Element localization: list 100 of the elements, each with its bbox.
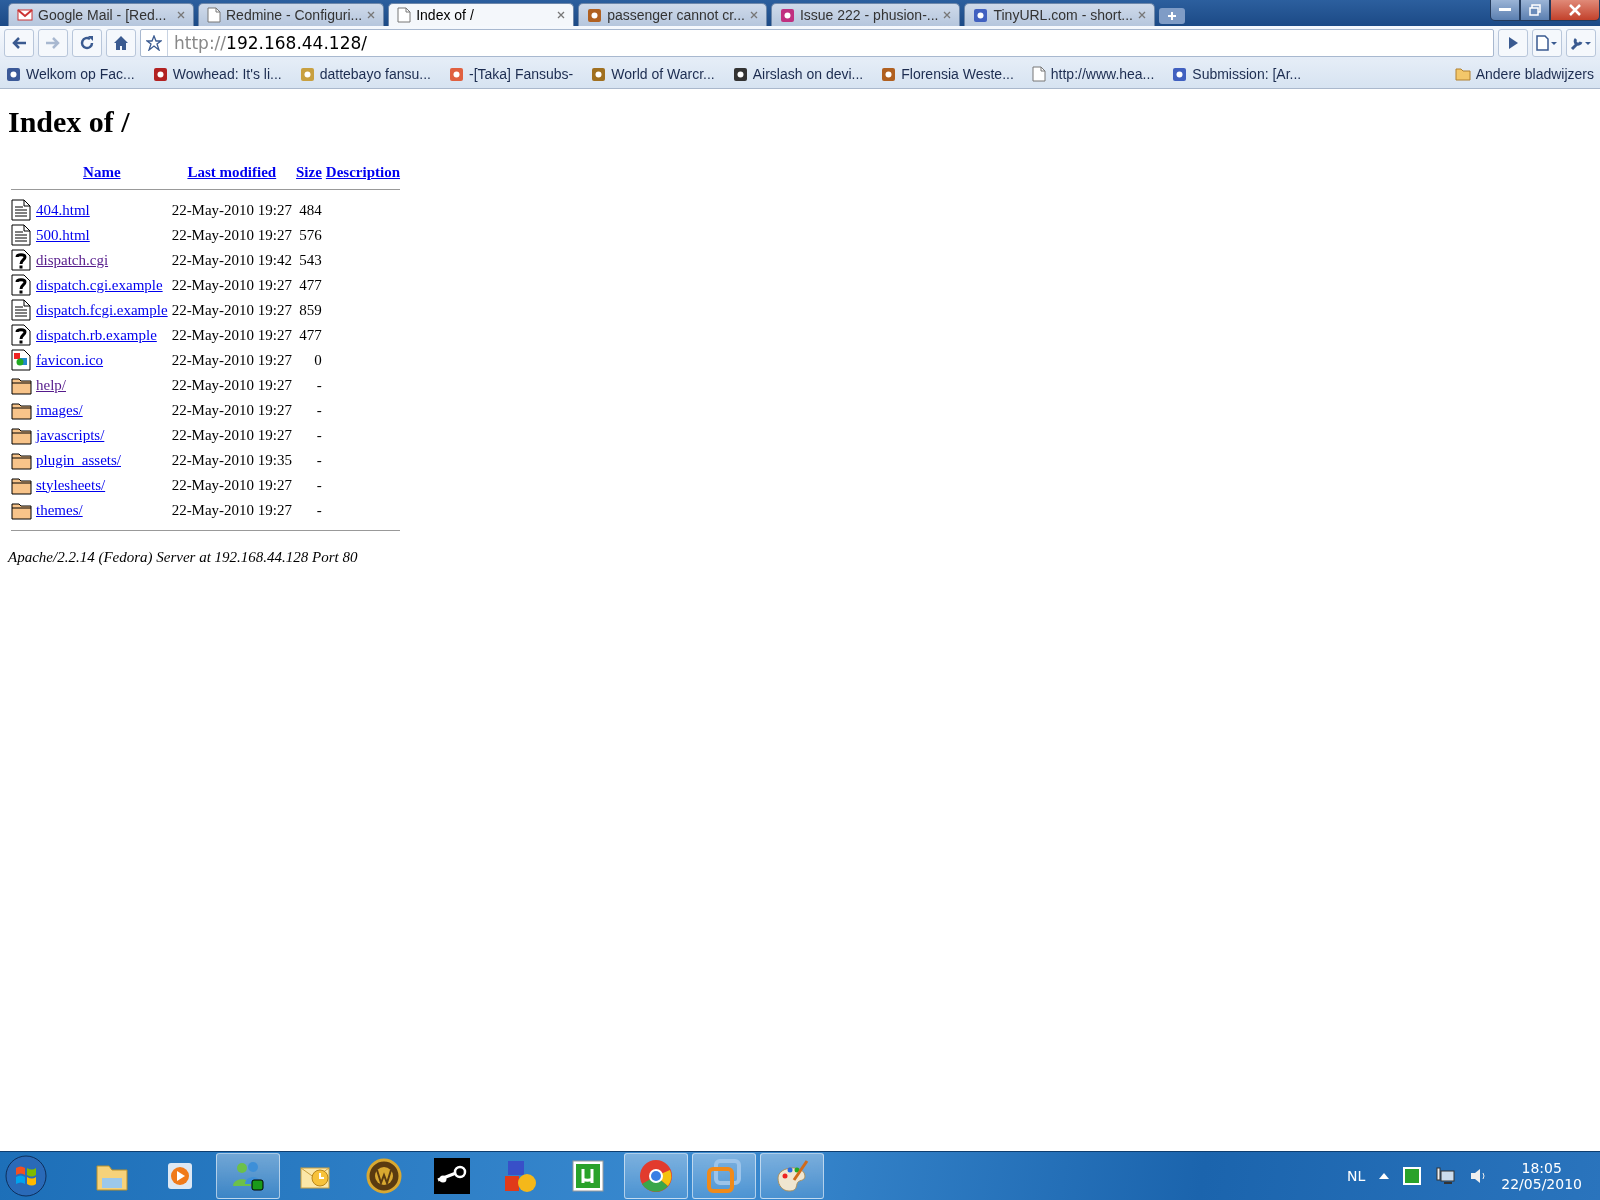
squares-icon [706, 1158, 742, 1194]
modified-cell-text: 22-May-2010 19:27 [170, 226, 294, 245]
language-indicator[interactable]: NL [1347, 1168, 1366, 1184]
folder-icon [11, 450, 32, 470]
column-sort-link[interactable]: Description [325, 164, 401, 180]
clock[interactable]: 18:05 22/05/2010 [1501, 1160, 1582, 1192]
circle-ring-icon [638, 1158, 674, 1194]
bookmark-link[interactable]: Welkom op Fac... [26, 66, 135, 82]
site-icon [779, 7, 795, 23]
text-file-icon [11, 224, 31, 246]
file-link[interactable]: javascripts/ [36, 426, 105, 443]
file-link[interactable]: dispatch.cgi.example [36, 276, 163, 293]
tile-icon [570, 1158, 606, 1194]
wrench-menu-button[interactable] [1566, 29, 1596, 57]
back-button[interactable] [4, 29, 34, 57]
file-link[interactable]: images/ [36, 401, 83, 418]
close-icon[interactable] [177, 11, 185, 19]
question-file-icon [11, 324, 31, 346]
reload-icon [79, 35, 95, 51]
modified-cell-text: 22-May-2010 19:27 [170, 326, 294, 345]
tab-title: Google Mail - [Red... [38, 7, 168, 23]
page-icon [207, 7, 221, 23]
browser-tab[interactable]: Index of / [388, 3, 575, 26]
new-tab-button[interactable] [1159, 8, 1185, 24]
bookmark-link[interactable]: dattebayo fansu... [319, 66, 431, 82]
page-menu-button[interactable] [1532, 29, 1562, 57]
play-icon [1507, 36, 1519, 50]
site-icon [973, 7, 989, 23]
site-icon [449, 66, 464, 82]
modified-cell-text: 22-May-2010 19:27 [170, 351, 294, 370]
tile-icon[interactable] [1403, 1167, 1422, 1185]
start-button[interactable] [4, 1154, 48, 1198]
file-link[interactable]: plugin_assets/ [36, 451, 121, 468]
tab-title: Issue 222 - phusion-... [799, 7, 939, 23]
modified-cell-text: 22-May-2010 19:27 [170, 201, 294, 220]
browser-tab[interactable]: passenger cannot cr... [578, 3, 767, 26]
file-link[interactable]: dispatch.rb.example [36, 326, 157, 343]
close-icon[interactable] [749, 11, 758, 19]
star-icon[interactable] [146, 35, 162, 51]
envelope-icon [17, 8, 33, 22]
close-icon[interactable] [367, 11, 376, 19]
network-icon[interactable] [1435, 1167, 1456, 1185]
file-link[interactable]: 404.html [36, 201, 90, 218]
emblem-icon [366, 1158, 402, 1194]
bookmark-link[interactable]: Submission: [Ar... [1192, 66, 1302, 82]
maximize-button[interactable] [1520, 0, 1550, 21]
modified-cell-text: 22-May-2010 19:27 [170, 276, 294, 295]
close-button[interactable] [1550, 0, 1600, 21]
caret-icon[interactable] [1379, 1173, 1390, 1179]
file-link[interactable]: dispatch.cgi [36, 251, 109, 268]
page-icon [397, 7, 412, 23]
bookmark-link[interactable]: World of Warcr... [611, 66, 715, 82]
file-link[interactable]: help/ [36, 376, 66, 393]
taskbar-button[interactable] [216, 1153, 280, 1199]
folder-icon [1454, 67, 1471, 81]
forward-icon [45, 36, 61, 50]
folder-icon [11, 425, 32, 445]
bookmark-link[interactable]: Airslash on devi... [752, 66, 864, 82]
folder-icon [11, 500, 32, 520]
file-link[interactable]: stylesheets/ [36, 476, 106, 493]
close-icon [1569, 4, 1581, 16]
minimize-button[interactable] [1490, 0, 1520, 21]
close-icon[interactable] [943, 11, 952, 19]
bookmark-link[interactable]: Wowhead: It's li... [172, 66, 282, 82]
tab-title: Index of / [416, 7, 475, 23]
column-sort-link[interactable]: Name [83, 164, 121, 180]
bookmark-link[interactable]: -[Taka] Fansubs- [469, 66, 574, 82]
close-icon[interactable] [1138, 11, 1146, 19]
folder-icon [11, 375, 32, 395]
bookmark-link[interactable]: http://www.hea... [1050, 66, 1155, 82]
column-sort-link[interactable]: Last modified [187, 164, 277, 180]
modified-cell-text: 22-May-2010 19:27 [170, 426, 294, 445]
bookmark-folder[interactable]: Andere bladwijzers [1475, 66, 1594, 82]
size-cell-text: - [315, 401, 323, 420]
modified-cell-text: 22-May-2010 19:27 [170, 376, 294, 395]
browser-tab[interactable]: Redmine - Configuri... [198, 3, 385, 26]
size-cell-text: 859 [298, 301, 323, 320]
file-link[interactable]: favicon.ico [36, 351, 104, 368]
close-icon[interactable] [557, 11, 566, 19]
browser-tab[interactable]: Issue 222 - phusion-... [770, 3, 961, 26]
size-cell-text: 576 [298, 226, 323, 245]
file-link[interactable]: 500.html [36, 226, 90, 243]
server-signature: Apache/2.2.14 (Fedora) Server at 192.168.44.128 Port 80 [8, 549, 359, 566]
text-file-icon [11, 199, 31, 221]
blocks-icon [502, 1158, 538, 1194]
bookmark-link[interactable]: Florensia Weste... [901, 66, 1014, 82]
column-sort-link[interactable]: Size [296, 164, 322, 180]
file-link[interactable]: dispatch.fcgi.example [36, 301, 168, 318]
tab-title: TinyURL.com - short... [993, 7, 1133, 23]
modified-cell-text: 22-May-2010 19:35 [170, 451, 294, 470]
speaker-icon[interactable] [1469, 1167, 1488, 1185]
home-button[interactable] [106, 29, 136, 57]
browser-tab[interactable]: TinyURL.com - short... [964, 3, 1155, 26]
reload-button[interactable] [72, 29, 102, 57]
size-cell-text: 543 [298, 251, 323, 270]
site-icon [1172, 66, 1188, 82]
file-link[interactable]: themes/ [36, 501, 83, 518]
address-bar[interactable]: http://192.168.44.128/ [140, 29, 1494, 57]
browser-tab[interactable]: Google Mail - [Red... [8, 3, 194, 26]
go-button[interactable] [1498, 29, 1528, 57]
